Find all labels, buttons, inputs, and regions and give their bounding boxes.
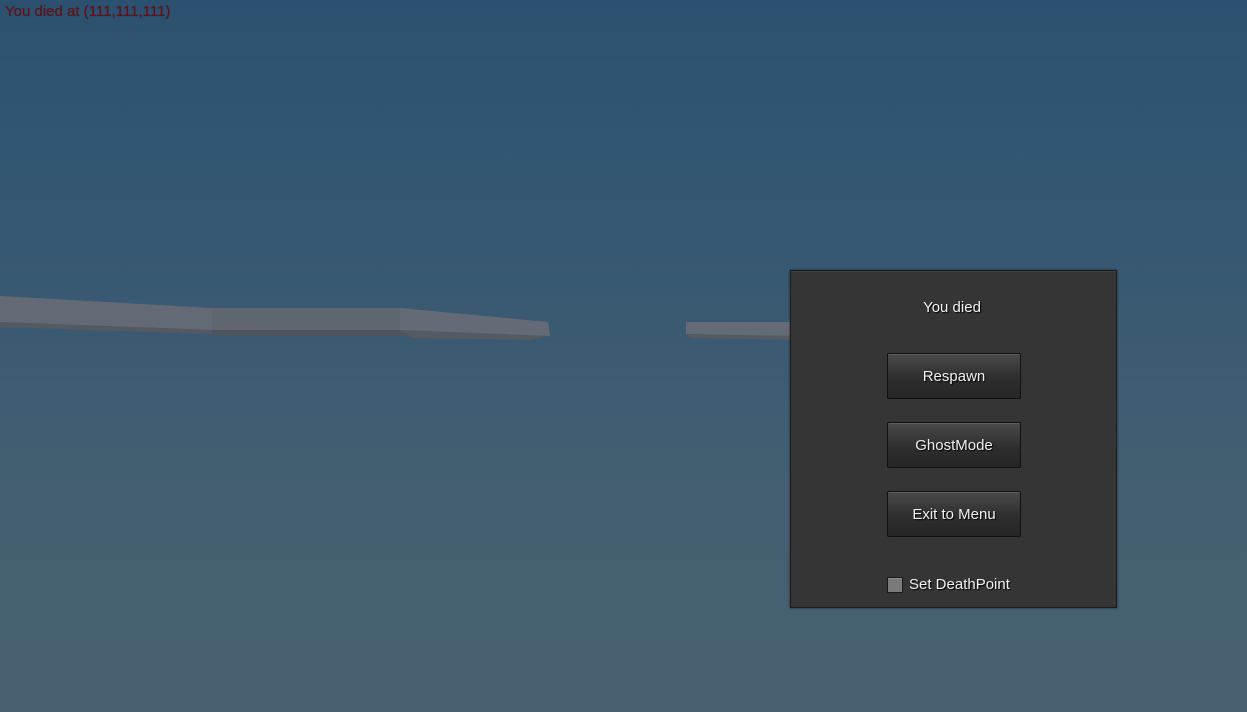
set-deathpoint-toggle[interactable]: Set DeathPoint [887, 576, 1010, 593]
ghost-mode-button-label: GhostMode [915, 436, 993, 454]
respawn-button[interactable]: Respawn [887, 353, 1021, 399]
ghost-mode-button[interactable]: GhostMode [887, 422, 1021, 468]
dialog-title: You died [923, 299, 981, 316]
respawn-button-label: Respawn [922, 367, 986, 385]
exit-to-menu-button-label: Exit to Menu [912, 505, 996, 523]
platform-right [686, 322, 792, 340]
death-location-text: You died at (111,111,111) [5, 3, 171, 20]
exit-to-menu-button[interactable]: Exit to Menu [887, 491, 1021, 537]
set-deathpoint-label: Set DeathPoint [909, 576, 1010, 593]
death-dialog: You died Respawn GhostMode Exit to Menu … [790, 270, 1117, 608]
set-deathpoint-checkbox[interactable] [887, 576, 903, 593]
platform-left [0, 296, 550, 340]
